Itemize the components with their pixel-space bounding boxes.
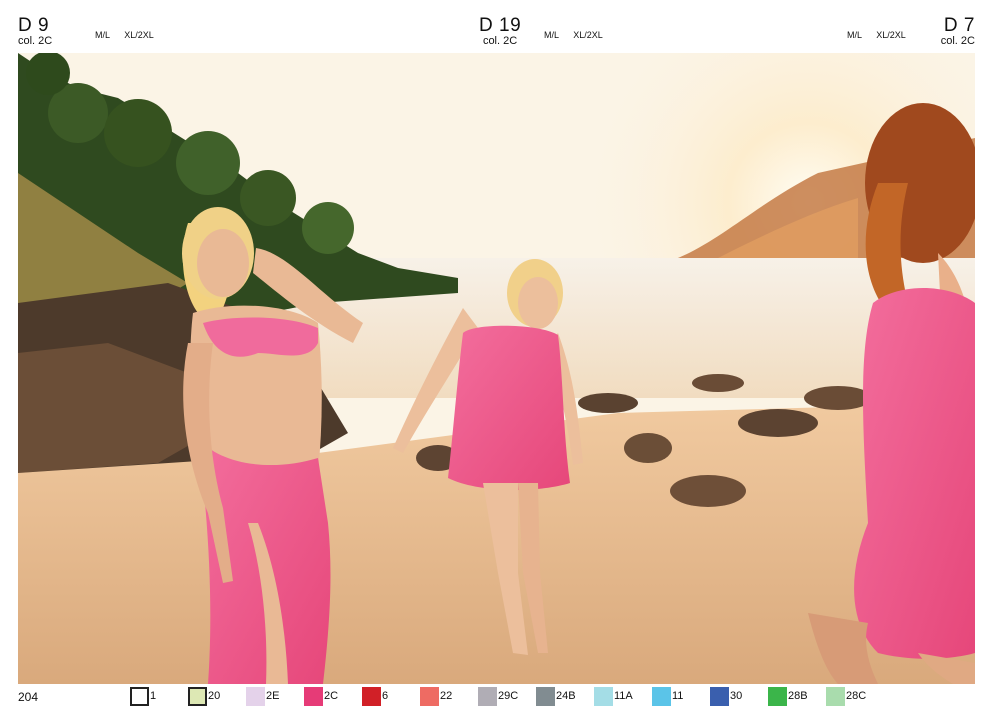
color-swatch: 28C: [826, 684, 866, 708]
swatch-code: 11: [672, 690, 684, 702]
swatch-chip: [246, 686, 265, 706]
product-d19-header: D 19 col. 2C: [479, 16, 521, 47]
color-swatch: 29C: [478, 684, 518, 708]
color-swatch: 2E: [246, 684, 279, 708]
size-option: M/L: [544, 30, 559, 40]
swatch-chip: [652, 686, 671, 706]
product-color: col. 2C: [940, 35, 975, 47]
color-swatch: 1: [130, 684, 156, 708]
color-swatch: 6: [362, 684, 388, 708]
swatch-chip: [536, 686, 555, 706]
product-color: col. 2C: [482, 35, 518, 47]
product-code: D 7: [943, 15, 975, 36]
swatch-code: 11A: [614, 690, 633, 702]
swatch-code: 2E: [266, 690, 280, 702]
product-color: col. 2C: [18, 35, 53, 47]
swatch-chip: [188, 686, 207, 706]
color-swatch: 24B: [536, 684, 576, 708]
color-swatch: 11A: [594, 684, 633, 708]
swatch-chip: [130, 686, 149, 706]
product-code: D 9: [18, 15, 50, 36]
size-option: XL/2XL: [573, 30, 603, 40]
beach-scene-illustration: [18, 53, 975, 684]
color-swatch: 2C: [304, 684, 338, 708]
swatch-chip: [826, 686, 845, 706]
swatch-chip: [594, 686, 613, 706]
swatch-code: 6: [382, 690, 389, 702]
product-d19-sizes: M/L XL/2XL: [544, 30, 603, 40]
product-code: D 19: [479, 15, 522, 36]
swatch-code: 29C: [498, 690, 519, 702]
swatch-chip: [768, 686, 787, 706]
size-option: XL/2XL: [876, 30, 906, 40]
product-d9-sizes: M/L XL/2XL: [95, 30, 154, 40]
swatch-code: 2C: [324, 690, 339, 702]
swatch-code: 28B: [788, 690, 808, 702]
page-number: 204: [18, 690, 39, 704]
swatch-chip: [420, 686, 439, 706]
swatch-chip: [710, 686, 729, 706]
size-option: M/L: [847, 30, 862, 40]
beach-photo: [18, 53, 975, 684]
swatch-code: 24B: [556, 690, 576, 702]
size-option: M/L: [95, 30, 110, 40]
swatch-chip: [304, 686, 323, 706]
swatch-chip: [362, 686, 381, 706]
product-d9-header: D 9 col. 2C: [18, 16, 52, 47]
color-swatch: 30: [710, 684, 742, 708]
size-option: XL/2XL: [124, 30, 154, 40]
product-d7-sizes: M/L XL/2XL: [847, 30, 906, 40]
swatch-code: 30: [730, 690, 743, 702]
color-swatch: 11: [652, 684, 683, 708]
color-swatch: 28B: [768, 684, 808, 708]
swatch-code: 20: [208, 690, 221, 702]
swatch-code: 22: [440, 690, 453, 702]
swatch-chip: [478, 686, 497, 706]
product-d7-header: D 7 col. 2C: [937, 16, 975, 47]
swatch-code: 28C: [846, 690, 867, 702]
swatch-code: 1: [150, 690, 157, 702]
color-swatch: 22: [420, 684, 452, 708]
color-swatch: 20: [188, 684, 220, 708]
